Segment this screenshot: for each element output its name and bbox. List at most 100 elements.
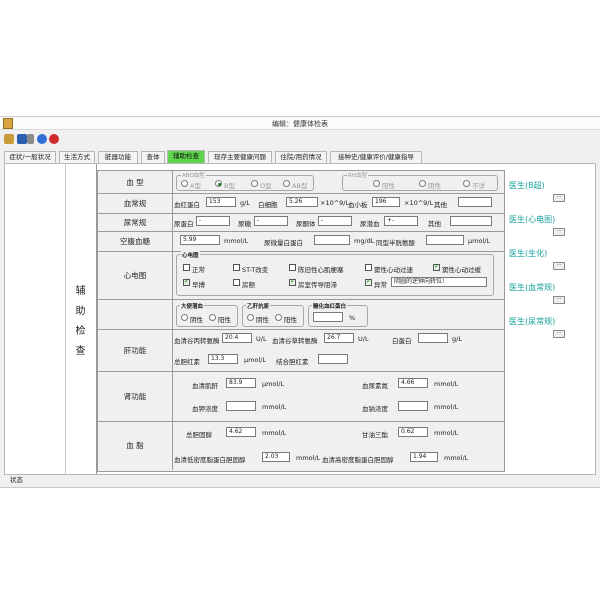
potassium-input[interactable] [226, 401, 256, 411]
hbsag-negative-radio[interactable] [247, 314, 254, 321]
albumin-input[interactable] [418, 333, 448, 343]
ldl-unit: mmol/L [296, 454, 321, 462]
ecg-tachy-checkbox[interactable] [365, 264, 372, 271]
ecg-tachy-label: 窦性心动过速 [374, 266, 413, 274]
ecg-premature-checkbox[interactable] [183, 277, 190, 286]
hb-label: 血红蛋白 [174, 201, 200, 209]
sodium-input[interactable] [398, 401, 428, 411]
potassium-unit: mmol/L [262, 403, 287, 411]
plt-unit: ×10^9/L [404, 199, 434, 207]
tbil-input[interactable]: 13.3 [208, 354, 238, 364]
dbil-input[interactable] [318, 354, 348, 364]
doctor-ecg-label: 医生(心电图) [509, 215, 556, 224]
hba1c-unit: % [349, 314, 356, 322]
ecg-title: 心电图 [181, 251, 200, 259]
homocysteine-label: 同型半胱氨酸 [376, 239, 415, 247]
microalbumin-input[interactable] [314, 235, 350, 245]
hdl-unit: mmol/L [444, 454, 469, 462]
row-label: 血 脂 [98, 421, 173, 470]
tab-vaccination[interactable]: 接种史/健康评价/健康指导 [330, 151, 422, 163]
status-label: 状态 [10, 476, 23, 484]
ecg-premature-label: 早搏 [192, 281, 205, 289]
hb-input[interactable]: 153 [206, 197, 236, 207]
ast-label: 血清谷草转氨酶 [272, 337, 318, 345]
row-label: 尿常规 [98, 213, 173, 231]
print-icon[interactable] [27, 134, 34, 144]
hdl-input[interactable]: 1.94 [410, 452, 438, 462]
doctor-biochem-dropdown[interactable]: ··· [553, 262, 565, 270]
abo-a-radio[interactable] [181, 180, 188, 187]
rh-negative-radio[interactable] [419, 180, 426, 187]
tab-hospitalization[interactable]: 住院/用药情况 [275, 151, 327, 163]
stool-positive-radio[interactable] [209, 314, 216, 321]
urine-ketone-input[interactable]: - [318, 216, 352, 226]
save-icon[interactable] [17, 134, 27, 144]
doctor-bus-dropdown[interactable]: ··· [553, 194, 565, 202]
tg-input[interactable]: 0.62 [398, 427, 428, 437]
rh-positive-label: 阳性 [382, 182, 395, 190]
row-label: 肝功能 [98, 329, 173, 371]
rh-unknown-radio[interactable] [463, 180, 470, 187]
abo-ab-label: AB型 [292, 182, 308, 190]
row-lipid: 血 脂 总胆固醇 4.62 mmol/L 甘油三酯 0.62 mmol/L 血清… [98, 421, 504, 470]
doctor-ecg-dropdown[interactable]: ··· [553, 228, 565, 236]
bun-input[interactable]: 4.66 [398, 378, 428, 388]
dbil-label: 结合胆红素 [276, 358, 309, 366]
tab-symptoms[interactable]: 症状/一般状况 [4, 151, 56, 163]
tab-lifestyle[interactable]: 生活方式 [59, 151, 95, 163]
ecg-brady-checkbox[interactable] [433, 262, 440, 271]
abo-b-radio[interactable] [215, 180, 222, 187]
ldl-label: 血清低密度脂蛋白胆固醇 [174, 456, 246, 464]
ecg-abnormal-checkbox[interactable] [365, 277, 372, 286]
sodium-label: 血钠浓度 [362, 405, 388, 413]
tc-input[interactable]: 4.62 [226, 427, 256, 437]
ecg-st-checkbox[interactable] [233, 264, 240, 271]
glucose-unit: mmol/L [224, 237, 249, 245]
auxiliary-exam-panel: 辅助检查 血 型 ABO血型 A型 B型 O型 AB型 RH血型 阳性 阴性 不… [4, 163, 596, 475]
creatinine-unit: μmol/L [262, 380, 285, 388]
section-side-label: 辅助检查 [65, 164, 97, 474]
doctor-blood-dropdown[interactable]: ··· [553, 296, 565, 304]
tbil-unit: μmol/L [244, 356, 267, 364]
ecg-af-checkbox[interactable] [233, 279, 240, 286]
homocysteine-input[interactable] [426, 235, 464, 245]
tab-health-problems[interactable]: 现存主要健康问题 [208, 151, 272, 163]
tab-auxiliary-exam[interactable]: 辅助检查 [167, 150, 205, 163]
stool-negative-radio[interactable] [181, 314, 188, 321]
urine-other-input[interactable] [450, 216, 492, 226]
abo-o-radio[interactable] [251, 180, 258, 187]
hba1c-input[interactable] [313, 312, 343, 322]
doctor-biochem-label: 医生(生化) [509, 249, 548, 258]
status-bar: 状态 [0, 471, 600, 485]
doctor-urine-dropdown[interactable]: ··· [553, 330, 565, 338]
urine-glucose-input[interactable]: - [254, 216, 288, 226]
creatinine-input[interactable]: 83.9 [226, 378, 256, 388]
tab-organ-function[interactable]: 脏器功能 [98, 151, 138, 163]
plt-input[interactable]: 196 [372, 197, 400, 207]
row-urine-routine: 尿常规 尿蛋白 - 尿糖 - 尿酮体 - 尿潜血 +- 其他 [98, 213, 504, 232]
urine-blood-input[interactable]: +- [384, 216, 418, 226]
bun-label: 血尿素氮 [362, 382, 388, 390]
abo-ab-radio[interactable] [283, 180, 290, 187]
doctor-bus-label: 医生(B超) [509, 181, 545, 190]
ecg-old-mi-checkbox[interactable] [289, 264, 296, 271]
help-icon[interactable] [37, 134, 47, 144]
ecg-normal-checkbox[interactable] [183, 264, 190, 271]
blood-other-input[interactable] [458, 197, 492, 207]
close-icon[interactable] [49, 134, 59, 144]
alt-input[interactable]: 20.4 [222, 333, 252, 343]
tg-unit: mmol/L [434, 429, 459, 437]
glucose-input[interactable]: 5.99 [180, 235, 220, 245]
rh-positive-radio[interactable] [373, 180, 380, 187]
urine-protein-input[interactable]: - [196, 216, 230, 226]
ecg-group: 心电图 正常 ST-T改变 陈旧性心肌梗塞 窦性心动过速 窦性心动过缓 早搏 房… [176, 251, 494, 296]
wbc-input[interactable]: 5.26 [286, 197, 318, 207]
hbsag-positive-radio[interactable] [275, 314, 282, 321]
edit-icon[interactable] [4, 134, 14, 144]
ldl-input[interactable]: 2.03 [262, 452, 290, 462]
alt-unit: U/L [256, 335, 267, 343]
ecg-av-block-checkbox[interactable] [289, 277, 296, 286]
ast-input[interactable]: 26.7 [324, 333, 354, 343]
tab-physical-exam[interactable]: 查体 [141, 151, 165, 163]
ecg-abnormal-input[interactable]: 阴圆的逆钟向转位! [391, 277, 487, 287]
